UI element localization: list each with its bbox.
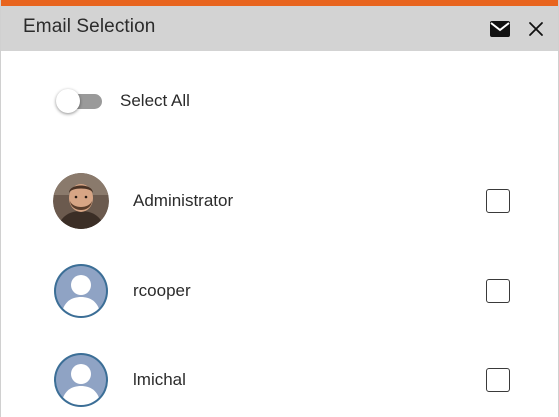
user-checkbox[interactable] bbox=[486, 368, 510, 392]
select-all-label: Select All bbox=[120, 91, 190, 110]
list-item: rcooper bbox=[53, 262, 523, 320]
user-name: Administrator bbox=[133, 191, 234, 210]
select-all-toggle[interactable] bbox=[56, 88, 104, 114]
list-item: Administrator bbox=[53, 172, 523, 230]
dialog-header: Email Selection bbox=[1, 6, 558, 51]
list-item: lmichal bbox=[53, 351, 523, 409]
avatar bbox=[53, 352, 109, 408]
header-actions bbox=[490, 17, 544, 41]
select-all-row: Select All bbox=[56, 88, 190, 114]
avatar bbox=[53, 173, 109, 229]
envelope-icon[interactable] bbox=[490, 21, 510, 37]
close-icon[interactable] bbox=[528, 21, 544, 37]
user-name: rcooper bbox=[133, 281, 191, 300]
user-checkbox[interactable] bbox=[486, 279, 510, 303]
email-selection-dialog: Email Selection Select All Administrator… bbox=[0, 0, 559, 417]
user-name: lmichal bbox=[133, 370, 186, 389]
avatar bbox=[53, 263, 109, 319]
user-checkbox[interactable] bbox=[486, 189, 510, 213]
toggle-thumb bbox=[56, 89, 80, 113]
dialog-title: Email Selection bbox=[23, 16, 156, 37]
